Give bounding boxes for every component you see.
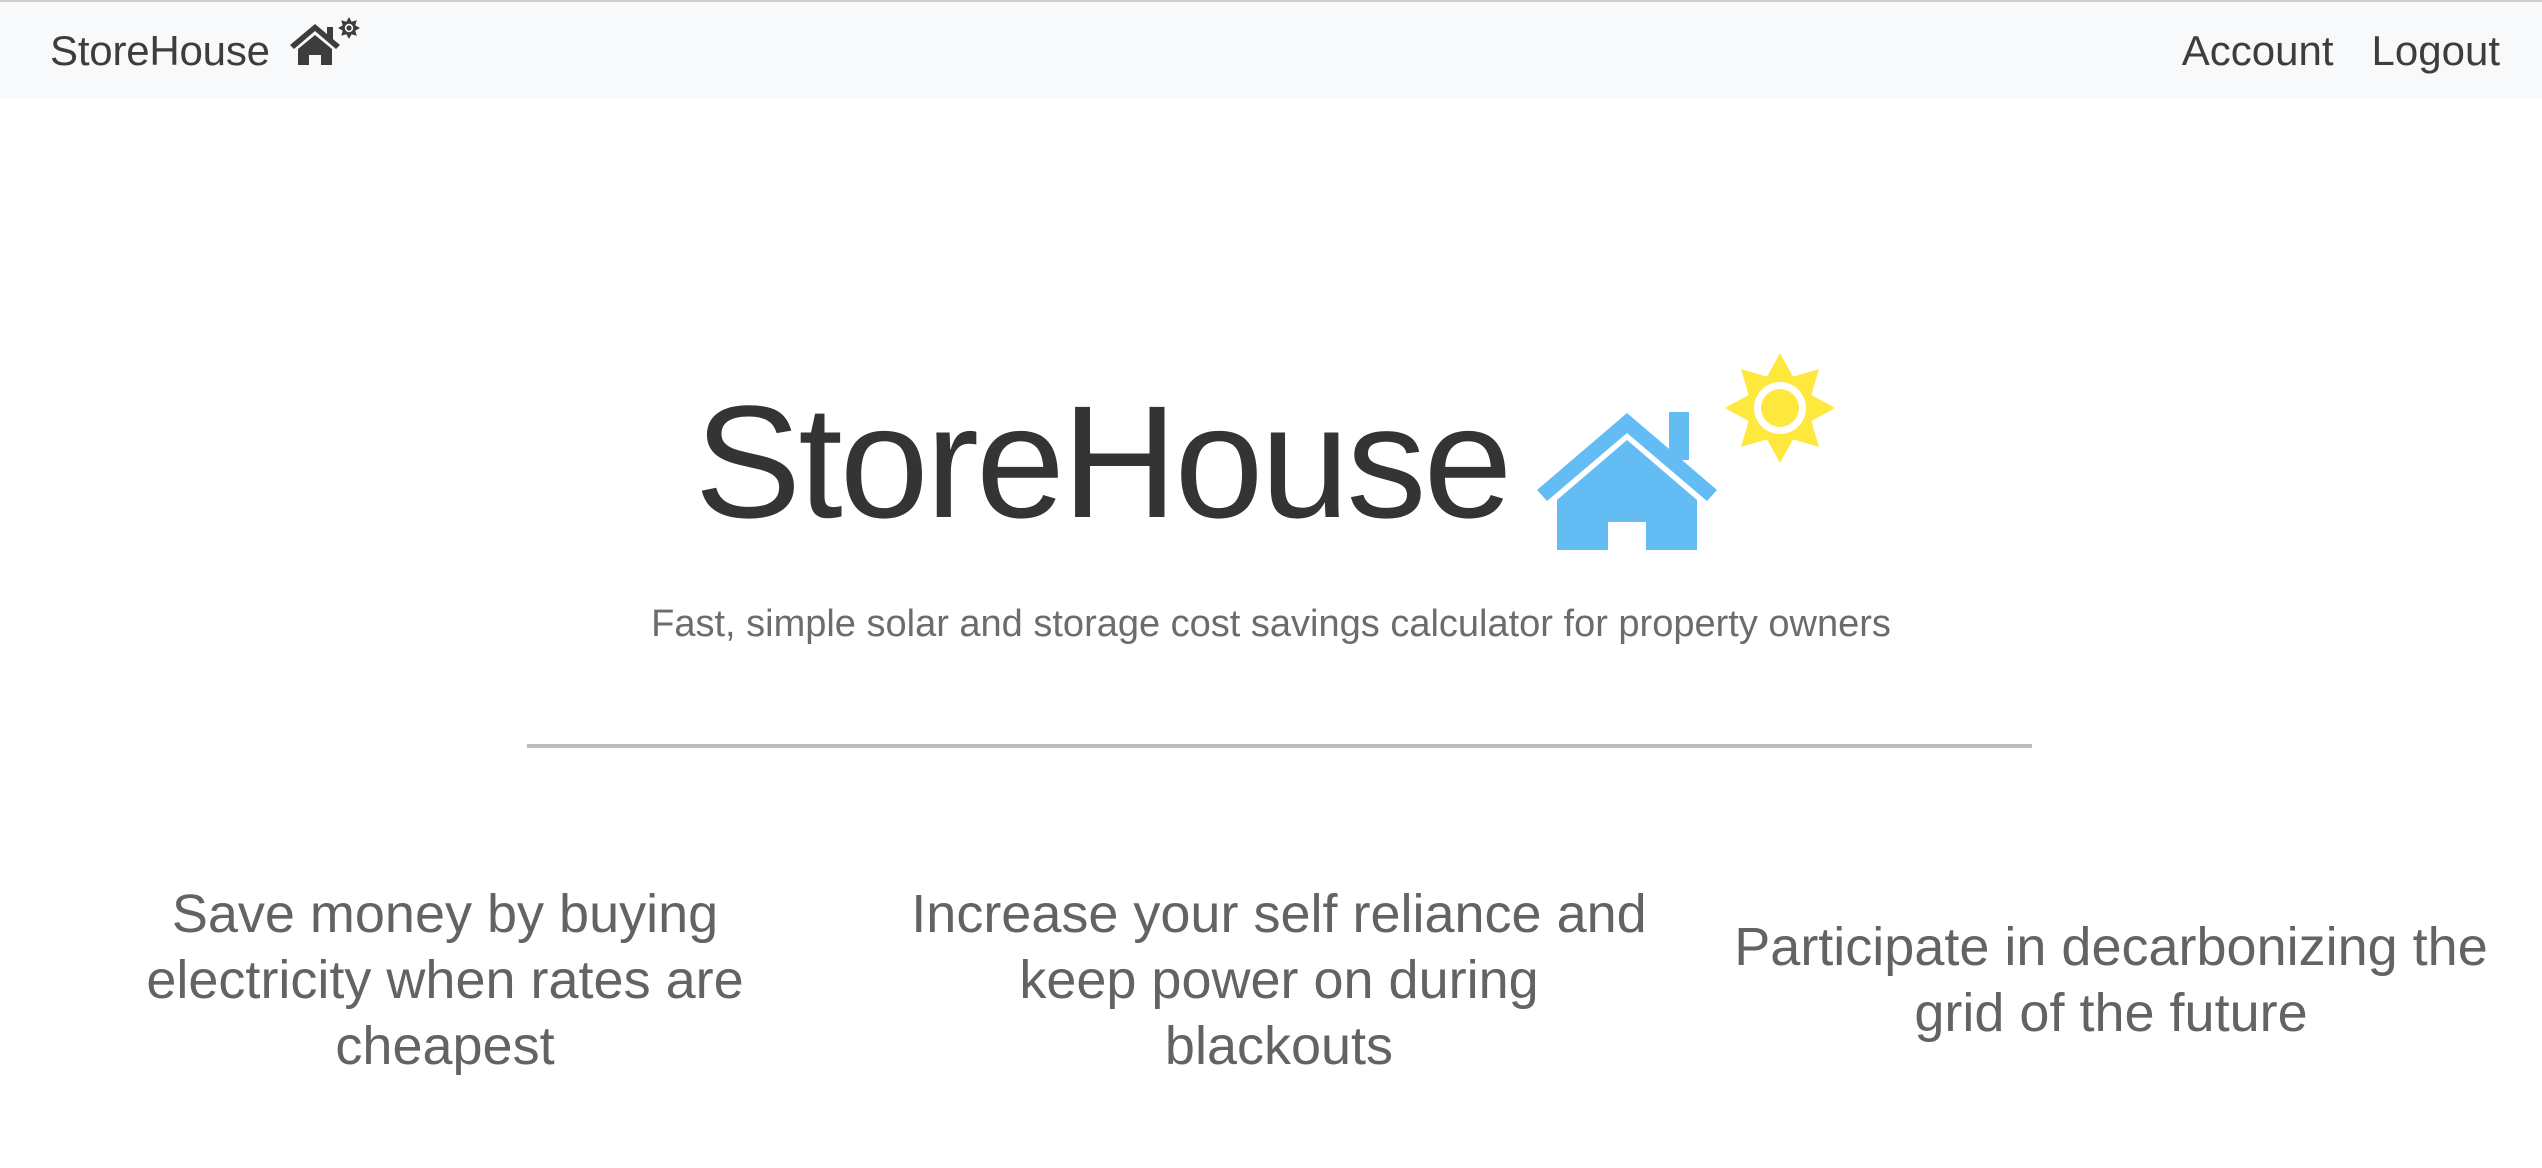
- brand-link[interactable]: StoreHouse: [50, 2, 368, 99]
- hero-title: StoreHouse: [694, 372, 1513, 551]
- feature-text: Save money by buying electricity when ra…: [146, 884, 744, 1076]
- logout-link[interactable]: Logout: [2372, 27, 2500, 75]
- house-sun-icon: [288, 15, 368, 71]
- feature-text: Increase your self reliance and keep pow…: [911, 884, 1647, 1076]
- hero-divider: [527, 744, 2032, 748]
- feature-item: Participate in decarbonizing the grid of…: [1731, 875, 2491, 1085]
- account-link[interactable]: Account: [2182, 27, 2334, 75]
- feature-text: Participate in decarbonizing the grid of…: [1734, 917, 2488, 1043]
- navbar: StoreHouse Account Logout: [0, 2, 2542, 99]
- hero-heading: StoreHouse: [0, 320, 2542, 554]
- feature-item: Save money by buying electricity when ra…: [65, 875, 825, 1085]
- hero-subtitle: Fast, simple solar and storage cost savi…: [651, 603, 1891, 645]
- brand-label: StoreHouse: [50, 26, 270, 74]
- house-sun-icon: [1537, 340, 1847, 554]
- nav-links: Account Logout: [2144, 2, 2500, 99]
- feature-item: Increase your self reliance and keep pow…: [899, 875, 1659, 1085]
